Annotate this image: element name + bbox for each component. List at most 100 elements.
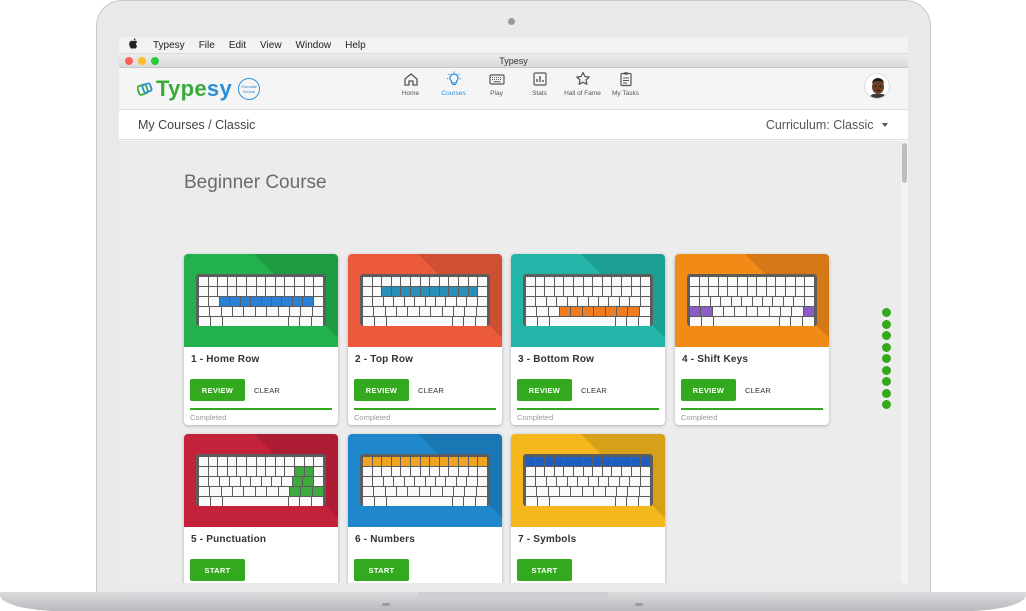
keyboard-key [452, 497, 464, 506]
pagination-dot[interactable] [882, 354, 891, 363]
review-button[interactable]: REVIEW [354, 379, 409, 401]
menu-typesy[interactable]: Typesy [153, 40, 185, 51]
keyboard-key [477, 477, 488, 486]
keyboard-key [199, 307, 210, 316]
card-title: 6 - Numbers [355, 534, 415, 545]
pagination-dot[interactable] [882, 308, 891, 317]
clear-button[interactable]: CLEAR [418, 386, 444, 395]
keyboard-key [537, 307, 548, 316]
menu-edit[interactable]: Edit [229, 40, 246, 51]
keyboard-key [382, 277, 391, 286]
course-card[interactable]: 1 - Home Row REVIEW CLEAR Completed [184, 254, 338, 425]
menu-help[interactable]: Help [345, 40, 366, 51]
clear-button[interactable]: CLEAR [581, 386, 607, 395]
keyboard-key [449, 467, 459, 476]
course-card[interactable]: 5 - Punctuation START [184, 434, 338, 583]
keyboard-key [373, 477, 383, 486]
laptop-foot [635, 603, 643, 606]
keyboard-key [631, 467, 641, 476]
pagination-dot[interactable] [882, 319, 891, 329]
keyboard-row [690, 277, 814, 286]
course-card[interactable]: 3 - Bottom Row REVIEW CLEAR Completed [511, 254, 665, 425]
keyboard-key [199, 297, 209, 306]
nav-item-home[interactable]: Home [389, 71, 432, 97]
keyboard-key [266, 457, 275, 466]
start-button[interactable]: START [190, 559, 245, 581]
keyboard-key [391, 467, 401, 476]
start-button[interactable]: START [354, 559, 409, 581]
review-button[interactable]: REVIEW [517, 379, 572, 401]
pagination-dot[interactable] [882, 388, 891, 398]
keyboard-key [567, 297, 578, 306]
course-card[interactable]: 6 - Numbers START [348, 434, 502, 583]
keyboard-key [312, 487, 323, 496]
keyboard-key [578, 477, 588, 486]
start-button[interactable]: START [517, 559, 572, 581]
apple-icon[interactable] [129, 38, 141, 52]
keyboard-key [301, 487, 312, 496]
keyboard-key [627, 497, 639, 506]
curriculum-dropdown[interactable]: Curriculum: Classic [766, 118, 888, 132]
clear-button[interactable]: CLEAR [745, 386, 771, 395]
breadcrumb-bar: My Courses / Classic Curriculum: Classic [119, 110, 908, 140]
keyboard-key [363, 467, 372, 476]
pagination-dot[interactable] [882, 342, 891, 352]
keyboard-row [526, 297, 651, 306]
keyboard-key [363, 297, 373, 306]
keyboard-key [786, 287, 795, 296]
keyboard-key [363, 457, 372, 466]
nav-item-courses[interactable]: Courses [432, 71, 475, 97]
course-card[interactable]: 2 - Top Row REVIEW CLEAR Completed [348, 254, 502, 425]
card-hero[interactable] [675, 254, 829, 347]
clear-button[interactable]: CLEAR [254, 386, 280, 395]
keyboard-key [218, 457, 227, 466]
menu-file[interactable]: File [199, 40, 215, 51]
nav-item-my-tasks[interactable]: My Tasks [604, 71, 647, 97]
course-card[interactable]: 4 - Shift Keys REVIEW CLEAR Completed [675, 254, 829, 425]
keyboard-key [256, 287, 266, 296]
keyboard-key [780, 307, 792, 316]
card-hero[interactable] [511, 434, 665, 527]
keyboard-key [602, 287, 612, 296]
keyboard-key [385, 487, 397, 496]
avatar[interactable] [864, 73, 890, 99]
pagination-dot[interactable] [882, 331, 891, 340]
curriculum-label: Curriculum: [765, 117, 830, 132]
keyboard-key [312, 497, 323, 506]
keyboard-key [237, 457, 247, 466]
pagination-dot[interactable] [882, 400, 891, 409]
menu-view[interactable]: View [260, 40, 282, 51]
pagination-dot[interactable] [882, 365, 891, 375]
breadcrumb[interactable]: My Courses / Classic [138, 118, 255, 132]
review-button[interactable]: REVIEW [190, 379, 245, 401]
keyboard-key [612, 467, 622, 476]
keyboard-key [476, 307, 487, 316]
card-hero[interactable] [184, 434, 338, 527]
review-button[interactable]: REVIEW [681, 379, 736, 401]
course-content: Beginner Course 1 - Home Row REVIEW CLEAR C… [119, 141, 901, 583]
keyboard-key [710, 297, 721, 306]
nav-item-stats[interactable]: Stats [518, 71, 561, 97]
keyboard-key [312, 307, 323, 316]
course-card[interactable]: 7 - Symbols START [511, 434, 665, 583]
scrollbar-thumb[interactable] [902, 143, 907, 183]
card-hero[interactable] [348, 254, 502, 347]
nav-item-hall-of-fame[interactable]: Hall of Fame [561, 71, 604, 97]
card-hero[interactable] [184, 254, 338, 347]
keyboard-row [199, 467, 323, 476]
pagination-dot[interactable] [882, 377, 891, 386]
keyboard-key [233, 487, 244, 496]
scrollbar[interactable] [901, 141, 908, 583]
keyboard-key [478, 467, 487, 476]
typesy-logo[interactable]: Typesy Glendale School [136, 76, 260, 102]
menu-window[interactable]: Window [296, 40, 332, 51]
lightbulb-icon [446, 71, 461, 85]
keyboard-key [397, 487, 408, 496]
card-hero[interactable] [511, 254, 665, 347]
keyboard-key [640, 477, 651, 486]
keyboard-key [631, 287, 641, 296]
keyboard-row [690, 307, 814, 316]
nav-item-play[interactable]: Play [475, 71, 518, 97]
keyboard-key [313, 297, 324, 306]
card-hero[interactable] [348, 434, 502, 527]
